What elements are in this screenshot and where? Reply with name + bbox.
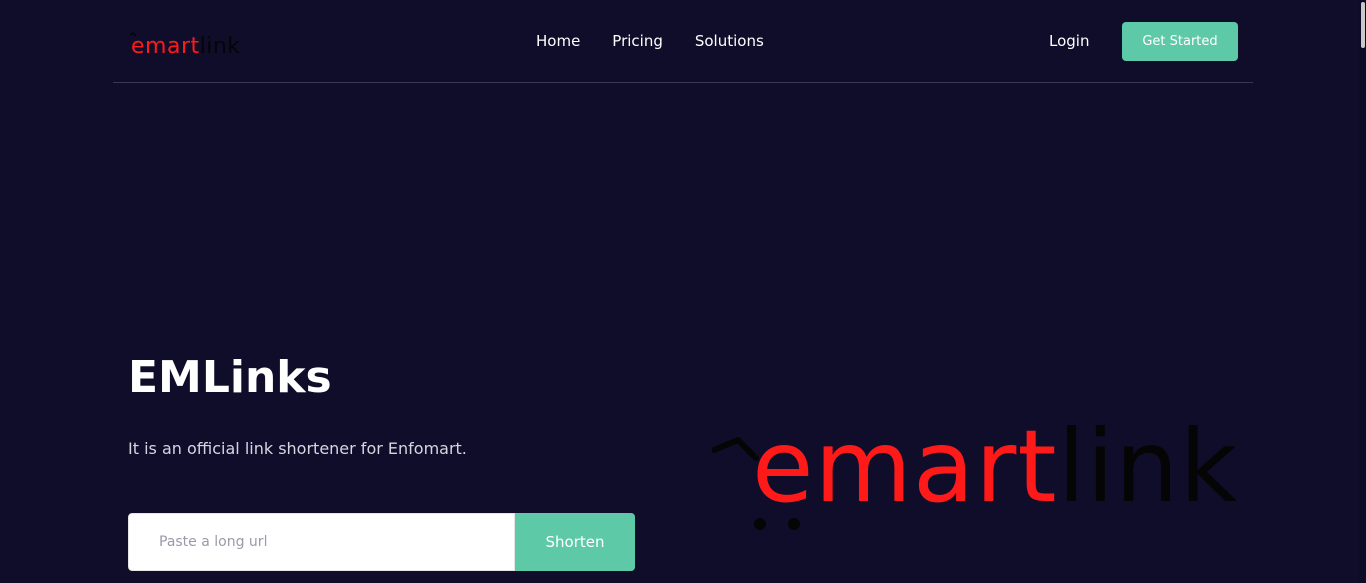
hero-logo-wordmark: emartlink: [752, 412, 1238, 522]
hero-logo-part1: emart: [752, 408, 1058, 525]
brand-logo[interactable]: emart link: [130, 30, 241, 59]
brand-logo-part2: link: [199, 34, 241, 59]
nav-home[interactable]: Home: [536, 31, 580, 51]
nav-pricing[interactable]: Pricing: [612, 31, 663, 51]
shorten-form: Shorten: [128, 513, 635, 571]
hero-subtitle: It is an official link shortener for Enf…: [128, 439, 467, 458]
shorten-button[interactable]: Shorten: [515, 513, 635, 571]
hero-logo: emartlink: [712, 412, 1237, 536]
hero-logo-part2: link: [1057, 408, 1239, 525]
scrollbar-thumb[interactable]: [1361, 2, 1365, 48]
brand-logo-part1: emart: [131, 34, 200, 59]
scrollbar[interactable]: [1359, 0, 1366, 583]
page: emart link Home Pricing Solutions Login …: [0, 0, 1366, 583]
main-nav: Home Pricing Solutions: [536, 31, 764, 51]
url-input[interactable]: [128, 513, 515, 571]
get-started-button[interactable]: Get Started: [1122, 22, 1238, 61]
site-header: emart link Home Pricing Solutions Login …: [113, 0, 1253, 83]
hero-title: EMLinks: [128, 352, 332, 403]
nav-solutions[interactable]: Solutions: [695, 31, 764, 51]
login-link[interactable]: Login: [1049, 31, 1089, 51]
